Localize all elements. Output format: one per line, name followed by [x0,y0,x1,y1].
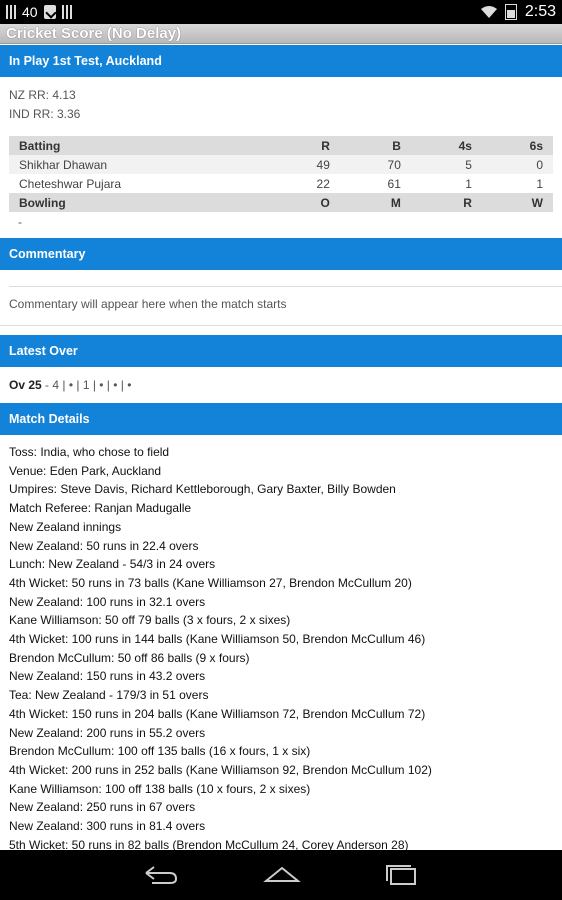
list-item: 4th Wicket: 50 runs in 73 balls (Kane Wi… [9,575,412,590]
home-icon[interactable] [262,863,302,887]
list-item: Kane Williamson: 100 off 138 balls (10 x… [9,781,311,796]
navigation-bar [0,850,562,900]
list-item: New Zealand: 150 runs in 43.2 overs [9,669,206,684]
batsman-runs: 49 [268,155,340,174]
over-number: Ov 25 [9,378,42,392]
batsman-fours: 1 [465,176,472,191]
status-bar: 40 2:53 [0,0,562,24]
batsman-name: Cheteshwar Pujara [19,176,122,191]
runs-header: R [268,136,340,155]
over-balls: - 4 | • | 1 | • | • | • [41,378,132,392]
list-item: New Zealand: 200 runs in 55.2 overs [9,725,206,740]
signal-bars-icon [61,5,72,19]
batsman-fours: 5 [410,155,482,174]
in-play-title: In Play 1st Test, Auckland [9,54,162,68]
list-item: Umpires: Steve Davis, Richard Kettleboro… [9,482,396,497]
list-item: New Zealand: 300 runs in 81.4 overs [9,819,206,834]
wickets-header: W [481,193,553,212]
run-rates: NZ RR: 4.13 IND RR: 3.36 [0,77,562,124]
list-item: New Zealand: 100 runs in 32.1 overs [9,594,206,609]
batsman-runs: 22 [316,176,330,191]
nz-run-rate: NZ RR: 4.13 [9,88,76,102]
list-item: 5th Wicket: 50 runs in 82 balls (Brendon… [9,837,409,850]
overs-header: O [268,193,340,212]
latest-over-summary: Ov 25 - 4 | • | 1 | • | • | • [0,370,562,403]
signal-bars-icon [6,5,16,19]
table-row: Cheteshwar Pujara 22 61 1 1 [9,174,553,193]
app-title: Cricket Score (No Delay) [6,25,182,42]
list-item: Tea: New Zealand - 179/3 in 51 overs [9,688,209,703]
list-item: Kane Williamson: 50 off 79 balls (3 x fo… [9,613,291,628]
maidens-header: M [339,193,411,212]
list-item: Toss: India, who chose to field [9,445,170,459]
latest-over-header[interactable]: Latest Over [0,335,562,367]
list-item: Lunch: New Zealand - 54/3 in 24 overs [9,557,216,572]
wifi-icon [480,6,497,18]
clock: 2:53 [524,3,556,20]
list-item: New Zealand: 250 runs in 67 overs [9,800,196,815]
list-item: 4th Wicket: 200 runs in 252 balls (Kane … [9,762,432,777]
battery-icon [504,4,517,20]
sixes-header: 6s [481,136,553,155]
match-details-list: Toss: India, who chose to field Venue: E… [0,435,562,850]
list-item: Match Referee: Ranjan Madugalle [9,501,192,516]
commentary-header[interactable]: Commentary [0,238,562,270]
batsman-sixes: 1 [536,176,543,191]
list-item: 4th Wicket: 150 runs in 204 balls (Kane … [9,706,426,721]
list-item: New Zealand: 50 runs in 22.4 overs [9,538,199,553]
batsman-balls: 70 [339,155,411,174]
list-item: 4th Wicket: 100 runs in 144 balls (Kane … [9,632,426,647]
match-details-header[interactable]: Match Details [0,403,562,435]
batsman-name: Shikhar Dhawan [9,155,269,174]
table-row: Shikhar Dhawan 49 70 5 0 [9,155,553,174]
list-item: New Zealand innings [9,519,122,534]
list-item: Venue: Eden Park, Auckland [9,463,162,478]
app-title-bar: Cricket Score (No Delay) [0,24,562,44]
ind-run-rate: IND RR: 3.36 [9,107,81,121]
batting-header: Batting [9,136,269,155]
scorecard-table: Batting R B 4s 6s Shikhar Dhawan 49 70 5… [9,136,553,212]
clipboard-check-icon [43,5,56,19]
notification-count: 40 [22,4,38,20]
batting-header-row: Batting R B 4s 6s [9,136,553,155]
in-play-header[interactable]: In Play 1st Test, Auckland [0,45,562,77]
list-item: Brendon McCullum: 100 off 135 balls (16 … [9,744,311,759]
list-item: Brendon McCullum: 50 off 86 balls (9 x f… [9,650,250,665]
scroll-content[interactable]: In Play 1st Test, Auckland NZ RR: 4.13 I… [0,45,562,850]
commentary-text: Commentary will appear here when the mat… [0,287,562,326]
back-icon[interactable] [140,863,180,887]
runs-conceded-header: R [410,193,482,212]
batsman-balls: 61 [387,176,401,191]
recent-apps-icon[interactable] [382,863,422,887]
balls-header: B [339,136,411,155]
bowling-placeholder: - [18,215,22,229]
latest-over-title: Latest Over [9,344,78,358]
match-details-title: Match Details [9,412,90,426]
batsman-sixes: 0 [481,155,553,174]
bowling-header: Bowling [9,193,269,212]
bowling-header-row: Bowling O M R W [9,193,553,212]
commentary-title: Commentary [9,247,86,261]
fours-header: 4s [410,136,482,155]
